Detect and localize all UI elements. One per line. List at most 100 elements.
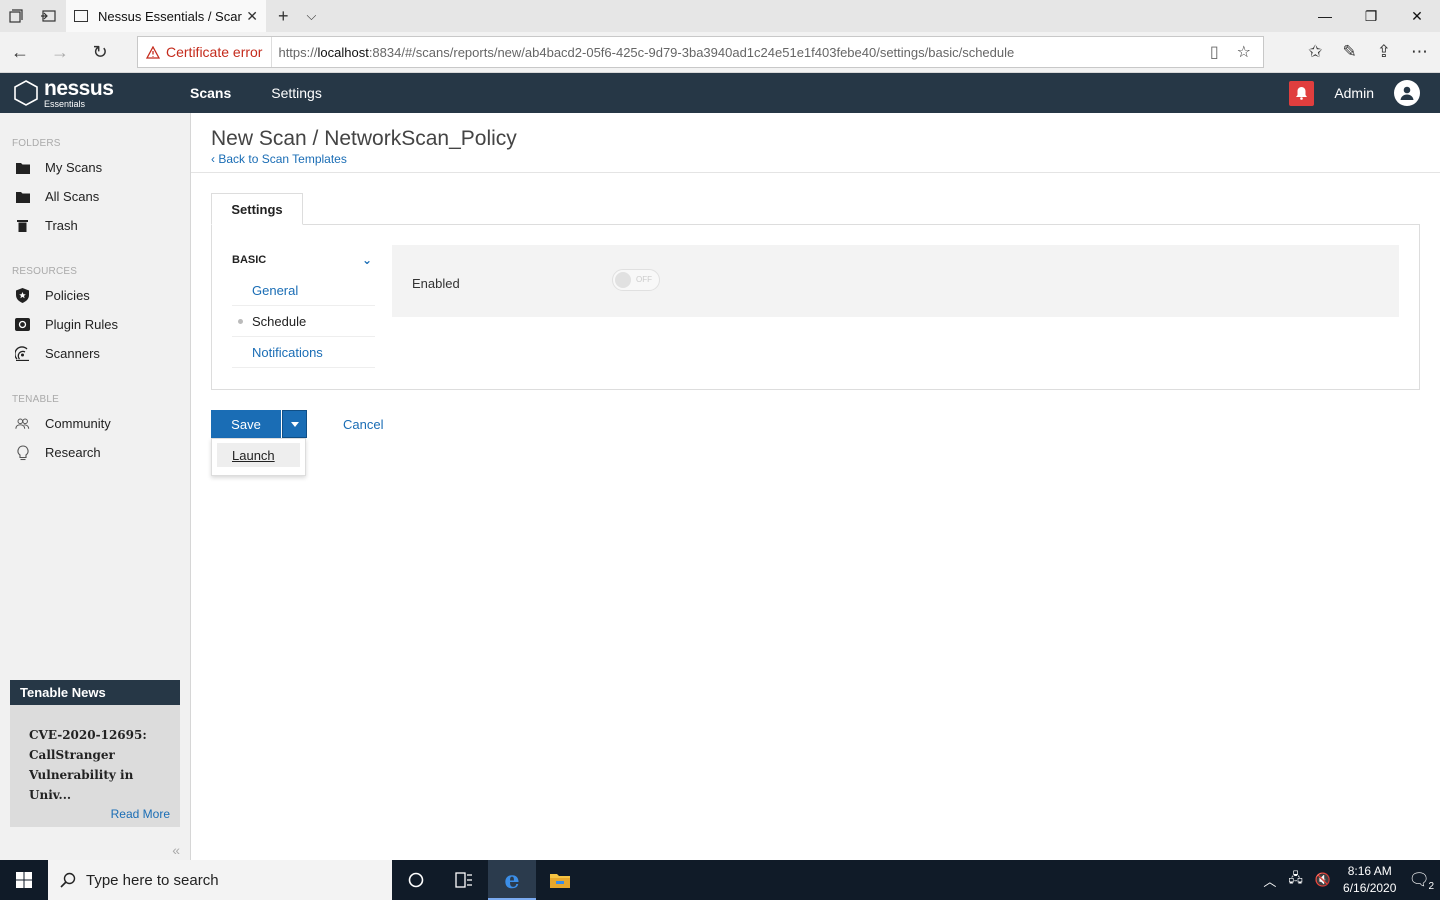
nessus-logo[interactable]: nessus Essentials [0, 78, 175, 109]
clock-time: 8:16 AM [1347, 864, 1392, 878]
tab-sets-icon[interactable] [0, 0, 32, 32]
resources-heading: RESOURCES [12, 266, 78, 277]
sidebar: FOLDERS My Scans All Scans Trash RESOURC… [0, 113, 191, 860]
form-actions: Save Cancel [211, 410, 383, 438]
submenu-item-notifications[interactable]: Notifications [232, 337, 375, 368]
windows-start-icon[interactable] [0, 860, 48, 900]
browser-tab-bar: Nessus Essentials / Scar ✕ + ⌵ — ❐ ✕ [0, 0, 1440, 32]
enabled-label: Enabled [412, 276, 460, 291]
tabs-aside-icon[interactable] [32, 0, 64, 32]
brand-sub: Essentials [44, 98, 86, 109]
back-arrow-icon[interactable]: ← [0, 42, 40, 63]
settings-submenu: BASIC ⌄ General Schedule Notifications [232, 245, 375, 368]
nav-settings[interactable]: Settings [271, 85, 322, 101]
sidebar-item-policies[interactable]: Policies [0, 281, 190, 310]
tenable-news-widget: Tenable News CVE-2020-12695: CallStrange… [10, 680, 180, 827]
toggle-knob [615, 272, 631, 288]
cortana-icon[interactable] [392, 860, 440, 900]
clock-date: 6/16/2020 [1343, 881, 1397, 895]
tenable-heading: TENABLE [12, 394, 59, 405]
trash-icon [15, 218, 30, 233]
search-icon [60, 872, 76, 888]
restore-icon[interactable]: ❐ [1348, 0, 1394, 32]
brand-name: nessus [44, 76, 114, 100]
edge-browser-icon[interactable]: e [488, 860, 536, 900]
submenu-item-general[interactable]: General [232, 275, 375, 306]
sidebar-item-trash[interactable]: Trash [0, 211, 190, 240]
folder-icon [15, 160, 30, 175]
sidebar-item-plugin-rules[interactable]: Plugin Rules [0, 310, 190, 339]
save-button[interactable]: Save [211, 410, 281, 438]
share-icon[interactable]: ⇪ [1377, 42, 1391, 62]
launch-option[interactable]: Launch [217, 443, 300, 467]
tray-chevron-up-icon[interactable]: ︿ [1263, 871, 1276, 890]
sidebar-item-my-scans[interactable]: My Scans [0, 153, 190, 182]
favorite-star-icon[interactable]: ☆ [1237, 42, 1251, 62]
lightbulb-icon [15, 444, 30, 460]
minimize-icon[interactable]: — [1302, 0, 1348, 32]
task-view-icon[interactable] [440, 860, 488, 900]
address-bar[interactable]: Certificate error https://localhost:8834… [137, 36, 1264, 68]
taskbar-clock[interactable]: 8:16 AM 6/16/2020 [1343, 863, 1396, 897]
certificate-error-button[interactable]: Certificate error [138, 37, 273, 67]
close-tab-icon[interactable]: ✕ [246, 8, 258, 25]
save-dropdown-menu: Launch [211, 438, 306, 476]
more-menu-icon[interactable]: ⋯ [1411, 42, 1428, 62]
caret-down-icon [290, 421, 299, 427]
cancel-link[interactable]: Cancel [343, 417, 383, 432]
new-tab-icon[interactable]: + [278, 6, 289, 27]
reading-view-icon[interactable]: ▯ [1210, 42, 1219, 62]
save-dropdown-button[interactable] [282, 410, 307, 438]
folders-heading: FOLDERS [12, 138, 61, 149]
sidebar-item-scanners[interactable]: Scanners [0, 339, 190, 368]
read-more-link[interactable]: Read More [111, 807, 170, 821]
url-text[interactable]: https://localhost:8834/#/scans/reports/n… [272, 45, 1014, 60]
app-header: nessus Essentials Scans Settings Admin [0, 73, 1440, 113]
close-window-icon[interactable]: ✕ [1394, 0, 1440, 32]
radar-icon [15, 346, 30, 361]
plugin-icon [15, 317, 30, 332]
action-center-icon[interactable]: 🗨 2 [1408, 870, 1434, 892]
taskbar-search-box[interactable]: Type here to search [48, 860, 392, 900]
network-icon[interactable]: 🖧 [1288, 869, 1303, 891]
tab-list-chevron-icon[interactable]: ⌵ [307, 8, 317, 24]
sidebar-item-community[interactable]: Community [0, 409, 190, 438]
notification-count: 2 [1428, 881, 1434, 892]
browser-tab-active[interactable]: Nessus Essentials / Scar ✕ [66, 0, 266, 32]
certificate-error-label: Certificate error [166, 44, 263, 60]
file-explorer-icon[interactable] [536, 860, 584, 900]
tab-settings[interactable]: Settings [211, 193, 303, 225]
folder-icon [15, 189, 30, 204]
page-title: New Scan / NetworkScan_Policy [211, 127, 517, 150]
news-title: Tenable News [10, 680, 180, 705]
news-story[interactable]: CVE-2020-12695: CallStranger Vulnerabili… [29, 725, 162, 805]
windows-taskbar: Type here to search e ︿ 🖧 🔇 8:16 AM 6/16… [0, 860, 1440, 900]
shield-icon [15, 288, 30, 303]
settings-panel: BASIC ⌄ General Schedule Notifications E… [211, 224, 1420, 390]
warning-icon [146, 45, 160, 59]
user-name[interactable]: Admin [1334, 85, 1374, 101]
user-avatar-icon[interactable] [1394, 80, 1420, 106]
back-to-templates-link[interactable]: ‹ Back to Scan Templates [211, 152, 1440, 166]
nav-scans[interactable]: Scans [190, 85, 231, 101]
notification-bell-icon[interactable] [1289, 80, 1315, 106]
refresh-icon[interactable]: ↻ [80, 42, 120, 63]
sidebar-item-research[interactable]: Research [0, 438, 190, 467]
sidebar-item-all-scans[interactable]: All Scans [0, 182, 190, 211]
submenu-item-schedule[interactable]: Schedule [232, 306, 375, 337]
search-placeholder: Type here to search [86, 871, 219, 889]
submenu-group-basic[interactable]: BASIC ⌄ [232, 245, 375, 275]
toggle-state: OFF [636, 275, 652, 284]
chevron-down-icon: ⌄ [361, 253, 372, 267]
tab-title: Nessus Essentials / Scar [98, 8, 242, 24]
main-content: New Scan / NetworkScan_Policy ‹ Back to … [191, 113, 1440, 860]
favorites-icon[interactable]: ✩ [1308, 42, 1322, 62]
enabled-toggle[interactable]: OFF [612, 269, 660, 291]
volume-muted-icon[interactable]: 🔇 [1315, 872, 1331, 888]
collapse-sidebar-icon[interactable]: « [172, 842, 180, 858]
forward-arrow-icon[interactable]: → [40, 42, 80, 63]
hexagon-logo-icon [14, 80, 38, 106]
pen-icon[interactable]: ✎ [1343, 42, 1357, 62]
page-icon [74, 10, 88, 22]
browser-nav-bar: ← → ↻ Certificate error https://localhos… [0, 32, 1440, 73]
